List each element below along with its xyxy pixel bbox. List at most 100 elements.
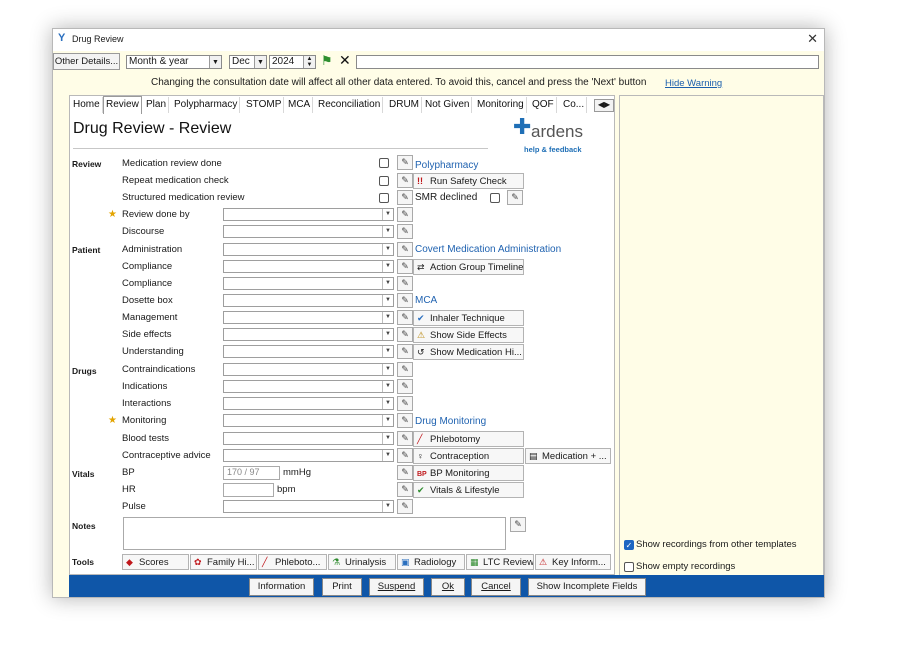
tab-plan[interactable]: Plan <box>144 97 170 113</box>
dosette-select[interactable]: ▼ <box>223 294 394 307</box>
ardens-logo[interactable]: ✚ ardens help & feedback <box>513 114 593 154</box>
smr-declined-checkbox[interactable] <box>490 193 500 203</box>
tab-monitoring[interactable]: Monitoring <box>475 97 527 113</box>
show-side-effects-button[interactable]: ⚠ Show Side Effects <box>413 327 524 343</box>
show-empty-checkbox[interactable] <box>624 562 634 572</box>
family-history-button[interactable]: ✿ Family Hi... <box>190 554 257 570</box>
monitoring-select[interactable]: ▼ <box>223 414 394 427</box>
tab-reconciliation[interactable]: Reconciliation <box>316 97 384 113</box>
urinalysis-button[interactable]: ⚗ Urinalysis <box>328 554 396 570</box>
side-effects-select[interactable]: ▼ <box>223 328 394 341</box>
tab-scroll-arrows[interactable]: ◀▶ <box>594 99 614 112</box>
hide-warning-link[interactable]: Hide Warning <box>665 78 722 89</box>
pencil-icon[interactable]: ✎ <box>397 207 413 222</box>
tab-more[interactable]: Co... <box>561 97 588 113</box>
polypharmacy-group: Polypharmacy <box>415 160 479 171</box>
tab-mca[interactable]: MCA <box>286 97 314 113</box>
tab-stomp[interactable]: STOMP <box>244 97 285 113</box>
pencil-icon[interactable]: ✎ <box>397 276 413 291</box>
understanding-select[interactable]: ▼ <box>223 345 394 358</box>
spin-arrows-icon[interactable]: ▲ ▼ <box>303 56 315 68</box>
administration-select[interactable]: ▼ <box>223 243 394 256</box>
bp-monitoring-button[interactable]: BP BP Monitoring <box>413 465 524 481</box>
compliance-select-2[interactable]: ▼ <box>223 277 394 290</box>
key-information-button[interactable]: ⚠ Key Inform... <box>535 554 611 570</box>
contraceptive-advice-select[interactable]: ▼ <box>223 449 394 462</box>
tab-polypharmacy[interactable]: Polypharmacy <box>172 97 241 113</box>
pencil-icon[interactable]: ✎ <box>397 431 413 446</box>
clear-x-icon[interactable]: ✕ <box>339 52 351 69</box>
pencil-icon[interactable]: ✎ <box>397 293 413 308</box>
structured-review-checkbox[interactable] <box>379 193 389 203</box>
pulse-select[interactable]: ▼ <box>223 500 394 513</box>
contraception-button[interactable]: ♀ Contraception <box>413 448 524 464</box>
bp-input[interactable]: 170 / 97 <box>223 466 280 480</box>
pencil-icon[interactable]: ✎ <box>397 413 413 428</box>
vitals-lifestyle-button[interactable]: ✔ Vitals & Lifestyle <box>413 482 524 498</box>
pencil-icon[interactable]: ✎ <box>397 396 413 411</box>
cancel-button[interactable]: Cancel <box>471 578 521 596</box>
pencil-icon[interactable]: ✎ <box>397 344 413 359</box>
ltc-review-button[interactable]: ▦ LTC Review <box>466 554 534 570</box>
pencil-icon[interactable]: ✎ <box>397 327 413 342</box>
indications-select[interactable]: ▼ <box>223 380 394 393</box>
month-select[interactable]: Dec ▼ <box>229 55 267 69</box>
show-incomplete-button[interactable]: Show Incomplete Fields <box>528 578 646 596</box>
pencil-icon[interactable]: ✎ <box>397 242 413 257</box>
pencil-icon[interactable]: ✎ <box>397 155 413 170</box>
pencil-icon[interactable]: ✎ <box>397 482 413 497</box>
pencil-icon[interactable]: ✎ <box>397 499 413 514</box>
show-medication-history-button[interactable]: ↺ Show Medication Hi... <box>413 344 524 360</box>
repeat-check-checkbox[interactable] <box>379 176 389 186</box>
pencil-icon[interactable]: ✎ <box>397 224 413 239</box>
discourse-select[interactable]: ▼ <box>223 225 394 238</box>
pencil-icon[interactable]: ✎ <box>510 517 526 532</box>
close-icon[interactable]: ✕ <box>807 31 818 47</box>
show-other-templates-checkbox[interactable]: ✓ <box>624 540 634 550</box>
management-select[interactable]: ▼ <box>223 311 394 324</box>
date-mode-select[interactable]: Month & year ▼ <box>126 55 222 69</box>
title-bar: Y Drug Review ✕ <box>53 29 824 51</box>
pencil-icon[interactable]: ✎ <box>397 310 413 325</box>
help-feedback-link[interactable]: help & feedback <box>524 145 582 154</box>
tab-qof[interactable]: QOF <box>530 97 557 113</box>
phlebotomy-button[interactable]: ╱ Phlebotomy <box>413 431 524 447</box>
suspend-button[interactable]: Suspend <box>369 578 424 596</box>
review-by-select[interactable]: ▼ <box>223 208 394 221</box>
contraindications-select[interactable]: ▼ <box>223 363 394 376</box>
action-group-timeline-button[interactable]: ⇄ Action Group Timeline <box>413 259 524 275</box>
search-input[interactable] <box>356 55 819 69</box>
phlebotomy-tool-button[interactable]: ╱ Phleboto... <box>258 554 327 570</box>
tab-review[interactable]: Review <box>103 96 142 114</box>
blood-tests-select[interactable]: ▼ <box>223 432 394 445</box>
pencil-icon[interactable]: ✎ <box>397 173 413 188</box>
year-stepper[interactable]: 2024 ▲ ▼ <box>269 55 316 69</box>
compliance-select[interactable]: ▼ <box>223 260 394 273</box>
interactions-select[interactable]: ▼ <box>223 397 394 410</box>
syringe-icon: ╱ <box>417 434 423 444</box>
medication-review-checkbox[interactable] <box>379 158 389 168</box>
tab-drum[interactable]: DRUM <box>387 97 422 113</box>
syringe-icon: ╱ <box>262 557 268 567</box>
inhaler-technique-button[interactable]: ✔ Inhaler Technique <box>413 310 524 326</box>
flag-icon[interactable]: ⚑ <box>321 53 333 69</box>
tab-home[interactable]: Home <box>71 97 103 113</box>
hr-input[interactable] <box>223 483 274 497</box>
pencil-icon[interactable]: ✎ <box>397 379 413 394</box>
other-details-button[interactable]: Other Details... <box>53 53 120 70</box>
information-button[interactable]: Information <box>249 578 314 596</box>
pencil-icon[interactable]: ✎ <box>397 465 413 480</box>
run-safety-check-button[interactable]: !! Run Safety Check <box>413 173 524 189</box>
scores-button[interactable]: ◆ Scores <box>122 554 189 570</box>
notes-textarea[interactable] <box>123 517 506 550</box>
pencil-icon[interactable]: ✎ <box>507 190 523 205</box>
pencil-icon[interactable]: ✎ <box>397 362 413 377</box>
radiology-button[interactable]: ▣ Radiology <box>397 554 465 570</box>
pencil-icon[interactable]: ✎ <box>397 259 413 274</box>
pencil-icon[interactable]: ✎ <box>397 190 413 205</box>
tab-not-given[interactable]: Not Given <box>423 97 473 113</box>
print-button[interactable]: Print <box>322 578 362 596</box>
pencil-icon[interactable]: ✎ <box>397 448 413 463</box>
ok-button[interactable]: Ok <box>431 578 465 596</box>
medication-plus-button[interactable]: ▤ Medication + ... <box>525 448 611 464</box>
